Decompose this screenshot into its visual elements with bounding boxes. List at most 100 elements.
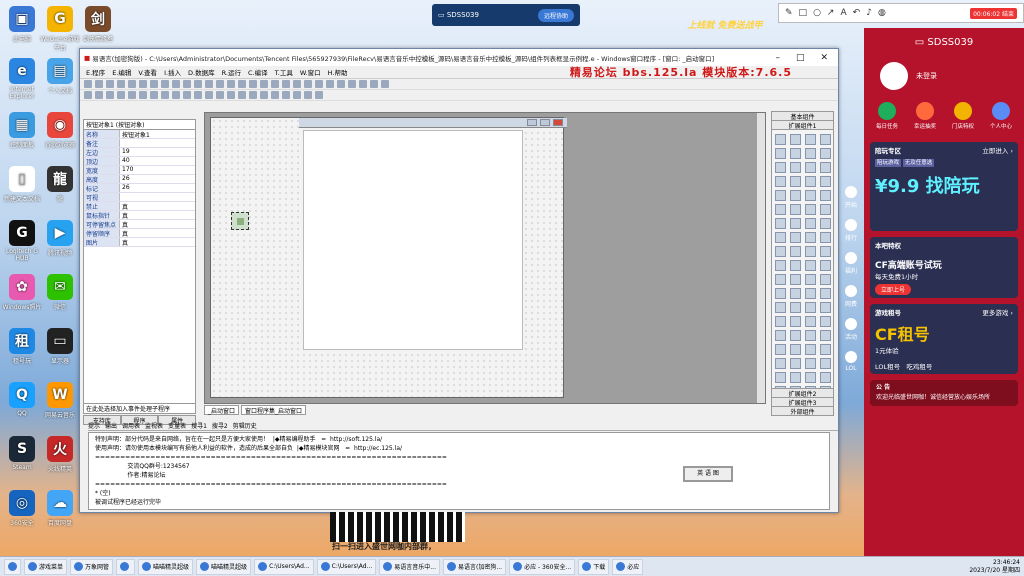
desktop-icon[interactable]: 剑剑侠情缘叁 — [78, 6, 118, 43]
toolbar-button-icon[interactable] — [260, 91, 268, 99]
taskbar-item[interactable]: 易语言(加密狗... — [442, 558, 507, 575]
desktop-icon[interactable]: ▦ 控制面板 — [2, 112, 42, 149]
property-row[interactable]: 鼠标指针真 — [84, 211, 195, 220]
desktop-icon[interactable]: ◉ 谷歌浏览器 — [40, 112, 80, 149]
component-icon[interactable] — [820, 232, 831, 243]
component-icon[interactable] — [805, 274, 816, 285]
toolbox-title[interactable]: 基本组件 — [772, 112, 833, 121]
property-value[interactable] — [120, 193, 195, 201]
component-icon[interactable] — [805, 176, 816, 187]
toolbar-button-icon[interactable] — [249, 91, 257, 99]
form-canvas[interactable] — [210, 117, 567, 398]
component-icon[interactable] — [775, 204, 786, 215]
component-icon[interactable] — [790, 274, 801, 285]
property-value[interactable]: 19 — [120, 148, 195, 156]
toolbar-button-icon[interactable] — [172, 91, 180, 99]
speaker-icon[interactable]: ♪ — [866, 8, 872, 18]
property-value[interactable] — [120, 139, 195, 147]
menu-item[interactable]: E.编辑 — [112, 67, 131, 77]
bottom-tab[interactable]: 搜寻1 — [191, 421, 207, 430]
property-value[interactable]: 真 — [120, 229, 195, 238]
desktop-icon[interactable]: G WeGame游戏平台 — [40, 6, 80, 52]
desktop-icon[interactable]: ✉ 微信 — [40, 274, 80, 311]
event-selector[interactable]: 在此处选择加入事件处理子程序 — [84, 403, 195, 413]
toolbar-button-icon[interactable] — [139, 91, 147, 99]
toolbar-button-icon[interactable] — [95, 80, 103, 88]
toolbar-button-icon[interactable] — [117, 91, 125, 99]
component-icon[interactable] — [820, 372, 831, 383]
property-row[interactable]: 左边 19 — [84, 148, 195, 157]
toolbar-button-icon[interactable] — [293, 91, 301, 99]
sidebar-action[interactable]: 门店特权 — [952, 102, 974, 130]
card-rent[interactable]: 游戏租号 更多游戏 › CF租号 1元体验 LOL租号 吃鸡租号 — [870, 304, 1018, 374]
component-icon[interactable] — [775, 344, 786, 355]
desktop-icon[interactable]: 租租号玩 — [2, 328, 42, 365]
desktop-icon[interactable]: ▤ 个人文档 — [40, 58, 80, 95]
toolbar-button-icon[interactable] — [183, 80, 191, 88]
component-icon[interactable] — [820, 176, 831, 187]
toolbar-button-icon[interactable] — [161, 80, 169, 88]
component-icon[interactable] — [790, 176, 801, 187]
component-icon[interactable] — [805, 302, 816, 313]
toolbar-button-icon[interactable] — [205, 91, 213, 99]
component-icon[interactable] — [790, 232, 801, 243]
property-row[interactable]: 名称 按钮对象1 — [84, 130, 195, 139]
toolbar-button-icon[interactable] — [359, 80, 367, 88]
undo-icon[interactable]: ↶ — [853, 8, 861, 18]
toolbox-ext3[interactable]: 扩展组件3 — [772, 397, 833, 407]
desktop-icon[interactable]: G Logitech G HUB — [2, 220, 42, 262]
component-icon[interactable] — [775, 134, 786, 145]
component-icon[interactable] — [790, 316, 801, 327]
property-row[interactable]: 高度 26 — [84, 175, 195, 184]
menu-item[interactable]: D.数据库 — [188, 67, 215, 77]
component-icon[interactable] — [820, 162, 831, 173]
bottom-tab[interactable]: 提示 — [88, 421, 100, 430]
user-login[interactable]: 未登录 — [864, 56, 1024, 96]
toolbar-button-icon[interactable] — [337, 80, 345, 88]
component-icon[interactable] — [820, 274, 831, 285]
taskbar-item[interactable]: C:\Users\Ad... — [254, 558, 314, 575]
toolbox-external[interactable]: 外部组件 — [772, 406, 833, 416]
toolbar-button-icon[interactable] — [293, 80, 301, 88]
desktop-icon[interactable]: ▶ 腾讯视频 — [40, 220, 80, 257]
component-icon[interactable] — [790, 162, 801, 173]
toolbar-button-icon[interactable] — [315, 91, 323, 99]
property-value[interactable]: 26 — [120, 175, 195, 183]
toolbar-button-icon[interactable] — [106, 91, 114, 99]
design-tab[interactable]: _启动窗口 — [204, 405, 240, 415]
property-value[interactable]: 170 — [120, 166, 195, 174]
component-icon[interactable] — [790, 148, 801, 159]
toolbar-button-icon[interactable] — [227, 91, 235, 99]
component-icon[interactable] — [790, 260, 801, 271]
property-row[interactable]: 可停留焦点真 — [84, 220, 195, 229]
component-icon[interactable] — [790, 134, 801, 145]
card-privilege[interactable]: 本吧特权 CF高端账号试玩 每天免费1小时 立即上号 — [870, 237, 1018, 298]
component-icon[interactable] — [805, 316, 816, 327]
text-icon[interactable]: A — [840, 8, 846, 18]
component-icon[interactable] — [775, 330, 786, 341]
toolbar-button-icon[interactable] — [161, 91, 169, 99]
toolbar-button-icon[interactable] — [150, 80, 158, 88]
component-icon[interactable] — [805, 232, 816, 243]
component-icon[interactable] — [775, 148, 786, 159]
component-icon[interactable] — [790, 246, 801, 257]
maximize-icon[interactable]: □ — [796, 53, 805, 63]
menu-item[interactable]: E.程序 — [86, 67, 105, 77]
component-icon[interactable] — [805, 260, 816, 271]
menu-item[interactable]: H.帮助 — [328, 67, 348, 77]
dock-item[interactable]: 网费 — [838, 285, 864, 308]
component-icon[interactable] — [805, 134, 816, 145]
bottom-tab[interactable]: 搜寻2 — [212, 421, 228, 430]
menu-item[interactable]: C.编译 — [248, 67, 268, 77]
component-icon[interactable] — [805, 288, 816, 299]
toolbar-button-icon[interactable] — [227, 80, 235, 88]
ad-strip[interactable]: 上线就 免费送战甲 — [675, 18, 775, 38]
toolbar-button-icon[interactable] — [282, 80, 290, 88]
list-control[interactable] — [303, 130, 523, 350]
taskbar-item[interactable]: C:\Users\Ad... — [316, 558, 377, 575]
toolbar-button-icon[interactable] — [194, 80, 202, 88]
property-row[interactable]: 禁止真 — [84, 202, 195, 211]
dock-item[interactable]: 排行 — [838, 219, 864, 242]
toolbar-button-icon[interactable] — [128, 80, 136, 88]
component-icon[interactable] — [775, 372, 786, 383]
